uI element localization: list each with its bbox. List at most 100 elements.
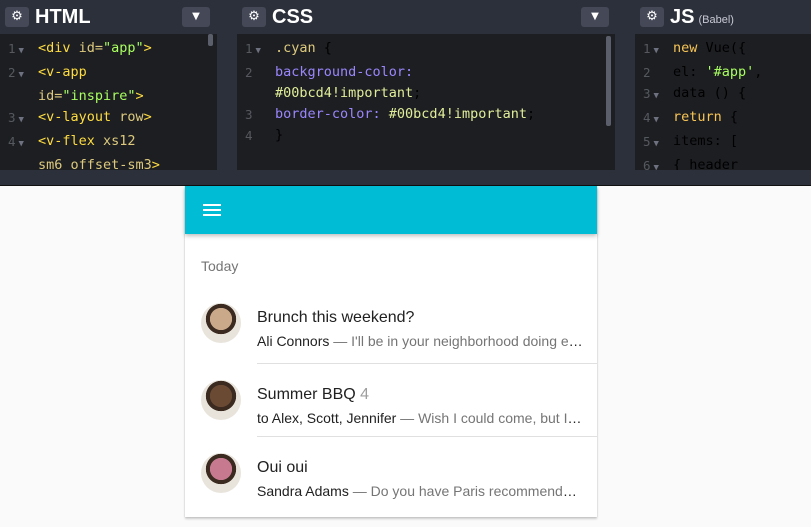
code-text: items: [: [673, 133, 739, 149]
line-number: 1 ▼: [8, 41, 24, 56]
code-text: border-color: #00bcd4!important;: [275, 106, 536, 122]
list-item-subtitle: Sandra Adams — Do you have Paris recomme…: [257, 483, 583, 499]
line-number: [0, 86, 38, 107]
line-number: 2 ▼: [8, 65, 24, 80]
message-count: 4: [360, 386, 370, 403]
gear-icon[interactable]: ⚙: [640, 7, 664, 27]
html-editor-title: HTML: [35, 6, 91, 28]
code-text: <v-app: [38, 64, 87, 80]
panel-divider[interactable]: [217, 0, 237, 170]
html-scrollbar[interactable]: [208, 34, 213, 46]
code-line: 6 ▼ { header: [635, 155, 811, 170]
code-text: id="inspire">: [38, 88, 144, 104]
line-number: 5 ▼: [643, 134, 659, 149]
fold-arrow-icon[interactable]: ▼: [19, 70, 24, 80]
list-card: Today Brunch this weekend? Ali Connors —…: [185, 186, 597, 517]
code-editors: ⚙ HTML ▼ 1 ▼ <div id="app"> 2 ▼ <v-app id="in…: [0, 0, 811, 170]
code-line: 2 background-color:: [237, 62, 615, 83]
fold-arrow-icon[interactable]: ▼: [654, 163, 659, 170]
line-number: 4 ▼: [643, 110, 659, 125]
fold-arrow-icon[interactable]: ▼: [256, 46, 261, 56]
js-editor-subtitle: (Babel): [698, 14, 734, 26]
chevron-down-icon[interactable]: ▼: [581, 7, 609, 27]
js-editor-header: ⚙ JS (Babel): [635, 0, 811, 34]
app-toolbar: [185, 186, 597, 234]
avatar: [201, 303, 241, 343]
css-scrollbar[interactable]: [606, 36, 611, 126]
code-line: #00bcd4!important;: [237, 83, 615, 104]
list-item-subtitle: Ali Connors — I'll be in your neighborho…: [257, 333, 583, 349]
code-line: id="inspire">: [0, 86, 217, 107]
line-number: [237, 83, 275, 104]
code-line: 3 ▼ <v-layout row>: [0, 107, 217, 131]
code-text: el: '#app',: [673, 64, 763, 80]
code-text: new Vue({: [673, 40, 747, 56]
line-number: 4 ▼: [8, 134, 24, 149]
avatar: [201, 453, 241, 493]
fold-arrow-icon[interactable]: ▼: [19, 139, 24, 149]
html-code[interactable]: 1 ▼ <div id="app"> 2 ▼ <v-app id="inspire"> 3 ▼…: [0, 38, 217, 170]
fold-arrow-icon[interactable]: ▼: [654, 46, 659, 56]
list-item[interactable]: Brunch this weekend? Ali Connors — I'll …: [185, 287, 597, 360]
code-line: 4}: [237, 125, 615, 146]
code-line: 1 ▼ .cyan {: [237, 38, 615, 62]
list-item-title: Oui oui: [257, 459, 308, 476]
gear-icon[interactable]: ⚙: [242, 7, 266, 27]
code-line: 1 ▼ new Vue({: [635, 38, 811, 62]
list-subheader: Today: [201, 258, 239, 274]
code-text: data () {: [673, 85, 747, 101]
gear-icon[interactable]: ⚙: [5, 7, 29, 27]
avatar: [201, 380, 241, 420]
code-line: 2 el: '#app',: [635, 62, 811, 83]
result-preview: Today Brunch this weekend? Ali Connors —…: [0, 186, 811, 527]
code-line: 2 ▼ <v-app: [0, 62, 217, 86]
list-item-subtitle: to Alex, Scott, Jennifer — Wish I could …: [257, 410, 583, 426]
code-line: 3 ▼ data () {: [635, 83, 811, 107]
line-number: 1 ▼: [245, 41, 261, 56]
list-item-title: Brunch this weekend?: [257, 309, 415, 326]
code-text: <v-layout row>: [38, 109, 152, 125]
list-item-title: Summer BBQ 4: [257, 386, 370, 403]
panel-divider[interactable]: [615, 0, 635, 170]
code-text: return {: [673, 109, 739, 125]
fold-arrow-icon[interactable]: ▼: [654, 115, 659, 125]
line-number: 4: [245, 128, 253, 143]
js-editor-panel: ⚙ JS (Babel) 1 ▼ new Vue({2 el: '#app', 3 ▼ d…: [635, 0, 811, 170]
code-text: <v-flex xs12: [38, 133, 136, 149]
css-code[interactable]: 1 ▼ .cyan { 2 background-color: #00bcd4!impo…: [237, 38, 615, 170]
chevron-down-icon[interactable]: ▼: [182, 7, 210, 27]
line-number: [0, 155, 38, 170]
line-number: 2: [643, 65, 651, 80]
js-editor-title: JS (Babel): [670, 6, 734, 28]
code-text: .cyan {: [275, 40, 332, 56]
html-editor-panel: ⚙ HTML ▼ 1 ▼ <div id="app"> 2 ▼ <v-app id="in…: [0, 0, 217, 170]
css-editor-panel: ⚙ CSS ▼ 1 ▼ .cyan { 2 background-color: #00b…: [237, 0, 615, 170]
fold-arrow-icon[interactable]: ▼: [654, 139, 659, 149]
menu-icon[interactable]: [203, 202, 223, 218]
fold-arrow-icon[interactable]: ▼: [654, 91, 659, 101]
fold-arrow-icon[interactable]: ▼: [19, 115, 24, 125]
css-editor-title: CSS: [272, 6, 314, 28]
line-number: 1 ▼: [643, 41, 659, 56]
code-line: 4 ▼ <v-flex xs12: [0, 131, 217, 155]
code-line: 5 ▼ items: [: [635, 131, 811, 155]
resize-bar[interactable]: [0, 170, 811, 186]
code-text: sm6 offset-sm3>: [38, 157, 160, 170]
code-line: 3 border-color: #00bcd4!important;: [237, 104, 615, 125]
line-number: 3 ▼: [8, 110, 24, 125]
code-line: 1 ▼ <div id="app">: [0, 38, 217, 62]
code-line: 4 ▼ return {: [635, 107, 811, 131]
code-text: #00bcd4!important;: [275, 85, 422, 101]
css-editor-header: ⚙ CSS ▼: [237, 0, 615, 34]
code-text: }: [275, 127, 284, 143]
line-number: 3: [245, 107, 253, 122]
code-text: background-color:: [275, 64, 414, 80]
list-item[interactable]: Summer BBQ 4 to Alex, Scott, Jennifer — …: [185, 364, 597, 437]
list-item[interactable]: Oui oui Sandra Adams — Do you have Paris…: [185, 437, 597, 510]
line-number: 3 ▼: [643, 86, 659, 101]
line-number: 6 ▼: [635, 155, 673, 170]
html-editor-header: ⚙ HTML ▼: [0, 0, 217, 34]
line-number: 2: [245, 65, 253, 80]
js-code[interactable]: 1 ▼ new Vue({2 el: '#app', 3 ▼ data () {4 ▼ r…: [635, 38, 811, 170]
fold-arrow-icon[interactable]: ▼: [19, 46, 24, 56]
